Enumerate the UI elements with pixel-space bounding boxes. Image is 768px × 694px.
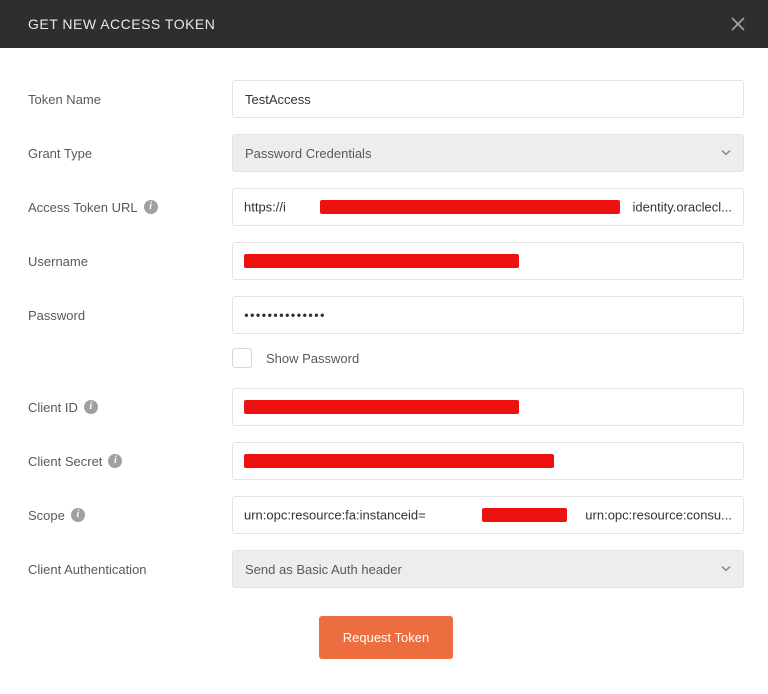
redaction-bar bbox=[244, 254, 519, 268]
show-password-checkbox[interactable] bbox=[232, 348, 252, 368]
redaction-bar bbox=[244, 454, 554, 468]
redaction-bar bbox=[320, 200, 620, 214]
request-token-button[interactable]: Request Token bbox=[319, 616, 454, 659]
modal-title: GET NEW ACCESS TOKEN bbox=[28, 16, 215, 32]
info-icon[interactable]: i bbox=[144, 200, 158, 214]
label-client-authentication: Client Authentication bbox=[28, 562, 232, 577]
password-masked: ●●●●●●●●●●●●●● bbox=[244, 311, 326, 320]
row-access-token-url: Access Token URL i https://i identity.or… bbox=[28, 188, 744, 226]
row-client-authentication: Client Authentication Send as Basic Auth… bbox=[28, 550, 744, 588]
info-icon[interactable]: i bbox=[108, 454, 122, 468]
label-client-secret: Client Secret i bbox=[28, 454, 232, 469]
row-client-id: Client ID i bbox=[28, 388, 744, 426]
modal-header: GET NEW ACCESS TOKEN bbox=[0, 0, 768, 48]
label-username: Username bbox=[28, 254, 232, 269]
label-token-name: Token Name bbox=[28, 92, 232, 107]
info-icon[interactable]: i bbox=[84, 400, 98, 414]
redaction-bar bbox=[244, 400, 519, 414]
label-scope: Scope i bbox=[28, 508, 232, 523]
row-grant-type: Grant Type Password Credentials bbox=[28, 134, 744, 172]
label-grant-type: Grant Type bbox=[28, 146, 232, 161]
row-show-password: Show Password bbox=[232, 348, 744, 368]
row-password: Password ●●●●●●●●●●●●●● bbox=[28, 296, 744, 334]
label-client-id: Client ID i bbox=[28, 400, 232, 415]
modal-body: Token Name Grant Type Password Credentia… bbox=[0, 48, 768, 694]
label-access-token-url: Access Token URL i bbox=[28, 200, 232, 215]
label-password: Password bbox=[28, 308, 232, 323]
get-access-token-modal: GET NEW ACCESS TOKEN Token Name Grant Ty… bbox=[0, 0, 768, 694]
client-auth-value: Send as Basic Auth header bbox=[245, 562, 402, 577]
row-username: Username bbox=[28, 242, 744, 280]
redaction-bar bbox=[482, 508, 567, 522]
button-row: Request Token bbox=[28, 616, 744, 659]
row-client-secret: Client Secret i bbox=[28, 442, 744, 480]
chevron-down-icon bbox=[721, 146, 731, 161]
info-icon[interactable]: i bbox=[71, 508, 85, 522]
label-show-password: Show Password bbox=[266, 351, 359, 366]
token-name-input[interactable] bbox=[232, 80, 744, 118]
grant-type-value: Password Credentials bbox=[245, 146, 371, 161]
row-token-name: Token Name bbox=[28, 80, 744, 118]
grant-type-select[interactable]: Password Credentials bbox=[232, 134, 744, 172]
row-scope: Scope i urn:opc:resource:fa:instanceid= … bbox=[28, 496, 744, 534]
chevron-down-icon bbox=[721, 562, 731, 577]
client-authentication-select[interactable]: Send as Basic Auth header bbox=[232, 550, 744, 588]
close-icon[interactable] bbox=[728, 14, 748, 34]
